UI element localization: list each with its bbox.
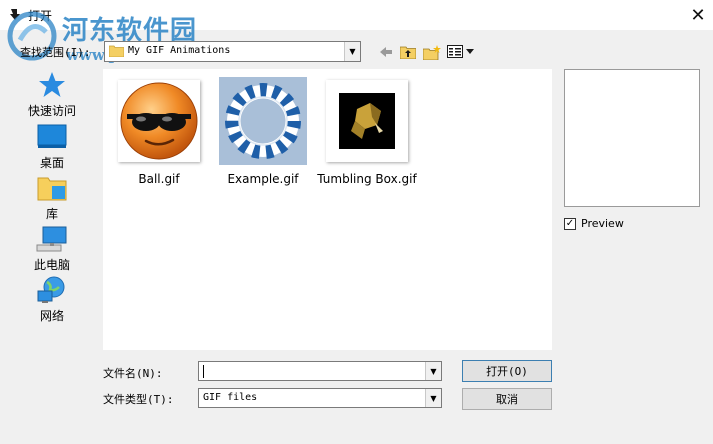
new-folder-icon [423, 44, 441, 60]
close-icon: ✕ [690, 4, 706, 26]
file-item-tumbling-box[interactable]: Tumbling Box.gif [317, 77, 417, 189]
file-item-ball[interactable]: Ball.gif [111, 77, 207, 189]
network-icon [36, 275, 68, 305]
places-this-pc[interactable]: 此电脑 [24, 224, 80, 273]
folder-icon [108, 45, 125, 58]
place-label: 快速访问 [27, 104, 76, 118]
striped-ring-thumbnail [219, 77, 307, 165]
places-library[interactable]: 库 [24, 173, 80, 222]
place-label: 库 [45, 207, 58, 221]
folder-up-icon [400, 46, 416, 59]
up-folder-button[interactable] [398, 42, 418, 62]
arrow-left-icon [380, 47, 392, 57]
computer-icon [36, 224, 68, 254]
tumbling-box-thumbnail [323, 77, 411, 165]
star-icon [36, 70, 68, 100]
cancel-button[interactable]: 取消 [462, 388, 552, 410]
look-in-label: 查找范围(I): [20, 46, 91, 59]
desktop-icon [36, 122, 68, 152]
file-list[interactable]: Ball.gif Example.gif Tumbling Box.gif [103, 69, 552, 350]
checkmark-icon: ✓ [565, 218, 575, 229]
preview-label: Preview [581, 217, 624, 230]
places-network[interactable]: 网络 [24, 275, 80, 324]
sunglasses-smiley-thumbnail [115, 77, 203, 165]
open-button[interactable]: 打开(O) [462, 360, 552, 382]
new-folder-button[interactable] [421, 42, 443, 62]
file-name: Example.gif [227, 172, 299, 186]
preview-checkbox[interactable]: ✓ [564, 218, 576, 230]
place-label: 此电脑 [33, 258, 70, 272]
file-type-value: GIF files [203, 392, 258, 403]
place-label: 桌面 [39, 156, 64, 170]
chevron-down-icon[interactable]: ▼ [425, 362, 441, 380]
preview-pane [564, 69, 700, 207]
file-name: Tumbling Box.gif [317, 172, 417, 186]
file-type-label: 文件类型(T): [103, 393, 174, 406]
file-name: Ball.gif [138, 172, 180, 186]
view-menu-icon [447, 45, 474, 58]
close-button[interactable]: ✕ [683, 0, 713, 30]
file-name-combobox[interactable]: ▼ [198, 361, 442, 381]
text-caret [203, 365, 204, 378]
chevron-down-icon[interactable]: ▼ [425, 389, 441, 407]
file-name-label: 文件名(N): [103, 367, 163, 380]
back-button[interactable] [376, 42, 396, 62]
places-quick-access[interactable]: 快速访问 [24, 70, 80, 119]
look-in-value: My GIF Animations [128, 45, 231, 56]
places-desktop[interactable]: 桌面 [24, 122, 80, 171]
file-item-example[interactable]: Example.gif [215, 77, 311, 189]
place-label: 网络 [39, 309, 64, 323]
look-in-combobox[interactable]: My GIF Animations ▼ [104, 41, 361, 62]
chevron-down-icon[interactable]: ▼ [344, 42, 360, 61]
library-icon [36, 173, 68, 203]
view-menu-button[interactable] [446, 42, 476, 62]
file-type-select[interactable]: GIF files ▼ [198, 388, 442, 408]
